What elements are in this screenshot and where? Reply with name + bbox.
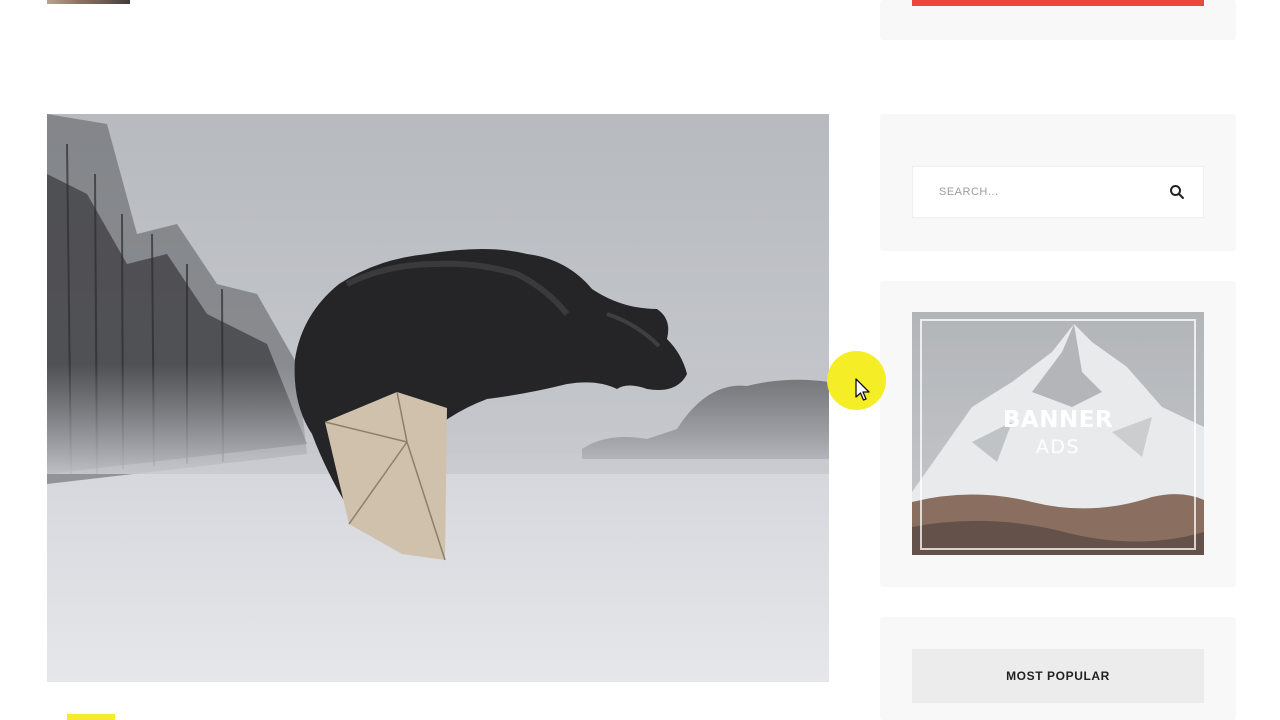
search-icon[interactable] — [1169, 184, 1185, 200]
banner-frame — [920, 319, 1196, 550]
subscribe-widget — [880, 0, 1236, 40]
banner-subtitle: ADS — [1035, 436, 1081, 458]
search-widget — [880, 114, 1236, 251]
post-featured-image[interactable] — [47, 114, 829, 682]
author-avatar[interactable] — [47, 0, 130, 4]
post-category-badge[interactable] — [67, 714, 115, 720]
subscribe-button[interactable] — [912, 0, 1204, 6]
search-box — [912, 166, 1204, 218]
mouse-cursor-icon — [855, 378, 871, 402]
banner-title: BANNER — [1002, 407, 1114, 433]
banner-ad[interactable]: BANNER ADS — [912, 312, 1204, 555]
banner-widget: BANNER ADS — [880, 281, 1236, 587]
floating-cloth-photo — [47, 114, 829, 682]
most-popular-heading: MOST POPULAR — [912, 649, 1204, 703]
search-input[interactable] — [913, 167, 1163, 217]
most-popular-widget: MOST POPULAR — [880, 617, 1236, 720]
